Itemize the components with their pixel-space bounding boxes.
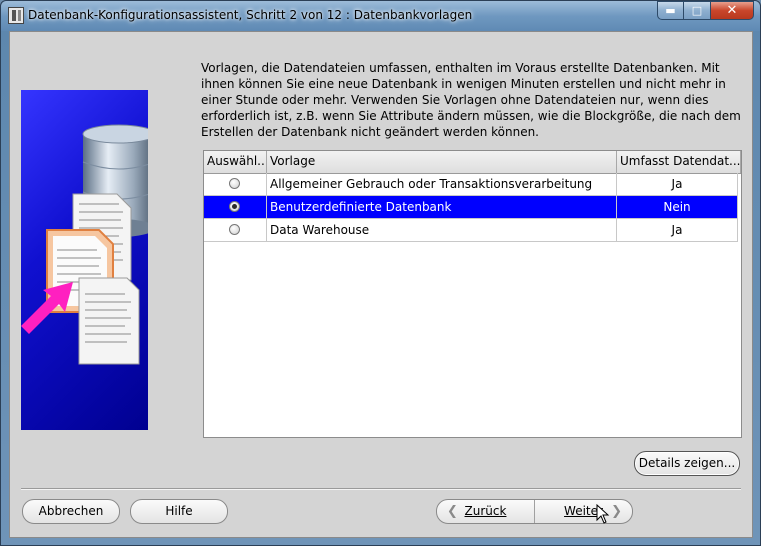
- table-header: Auswähl... Vorlage Umfasst Datendat...: [204, 151, 741, 174]
- window-controls: ▬ □ ✕: [657, 1, 754, 20]
- app-icon[interactable]: [8, 7, 24, 24]
- radio-button[interactable]: [229, 178, 240, 189]
- maximize-button[interactable]: □: [684, 1, 711, 20]
- table-row[interactable]: Benutzerdefinierte Datenbank Nein: [204, 196, 738, 219]
- back-button[interactable]: ❮ Zurück: [437, 500, 535, 523]
- database-documents-icon: [21, 124, 148, 365]
- title-bar[interactable]: Datenbank-Konfigurationsassistent, Schri…: [1, 1, 760, 31]
- select-cell[interactable]: [204, 173, 267, 195]
- radio-button-selected[interactable]: [229, 201, 240, 212]
- column-header-includes-datafiles[interactable]: Umfasst Datendat...: [617, 151, 741, 173]
- templates-table: Auswähl... Vorlage Umfasst Datendat... A…: [203, 150, 742, 438]
- dialog-window: Datenbank-Konfigurationsassistent, Schri…: [0, 0, 761, 546]
- template-cell: Data Warehouse: [267, 219, 617, 241]
- template-cell: Allgemeiner Gebrauch oder Transaktionsve…: [267, 173, 617, 195]
- select-cell[interactable]: [204, 196, 267, 218]
- button-separator: [21, 488, 741, 490]
- close-button[interactable]: ✕: [711, 1, 754, 20]
- window-title: Datenbank-Konfigurationsassistent, Schri…: [28, 8, 473, 22]
- template-cell: Benutzerdefinierte Datenbank: [267, 196, 617, 218]
- minimize-button[interactable]: ▬: [657, 1, 684, 20]
- table-row[interactable]: Allgemeiner Gebrauch oder Transaktionsve…: [204, 173, 738, 196]
- dialog-client-area: Vorlagen, die Datendateien umfassen, ent…: [9, 31, 753, 538]
- select-cell[interactable]: [204, 219, 267, 241]
- table-row[interactable]: Data Warehouse Ja: [204, 219, 738, 242]
- back-button-label: Zurück: [464, 504, 507, 518]
- column-header-select[interactable]: Auswähl...: [204, 151, 267, 173]
- includes-cell: Nein: [617, 196, 738, 218]
- description-text: Vorlagen, die Datendateien umfassen, ent…: [201, 61, 741, 139]
- includes-cell: Ja: [617, 173, 738, 195]
- mouse-cursor-icon: [596, 504, 610, 524]
- chevron-left-icon: ❮: [447, 504, 458, 519]
- radio-button[interactable]: [229, 224, 240, 235]
- next-button[interactable]: Weiter ❯: [535, 500, 632, 523]
- database-illustration: [21, 90, 148, 430]
- chevron-right-icon: ❯: [611, 504, 622, 519]
- show-details-button[interactable]: Details zeigen...: [634, 451, 740, 476]
- help-button[interactable]: Hilfe: [130, 499, 228, 524]
- includes-cell: Ja: [617, 219, 738, 241]
- column-header-template[interactable]: Vorlage: [267, 151, 617, 173]
- cancel-button[interactable]: Abbrechen: [22, 499, 120, 524]
